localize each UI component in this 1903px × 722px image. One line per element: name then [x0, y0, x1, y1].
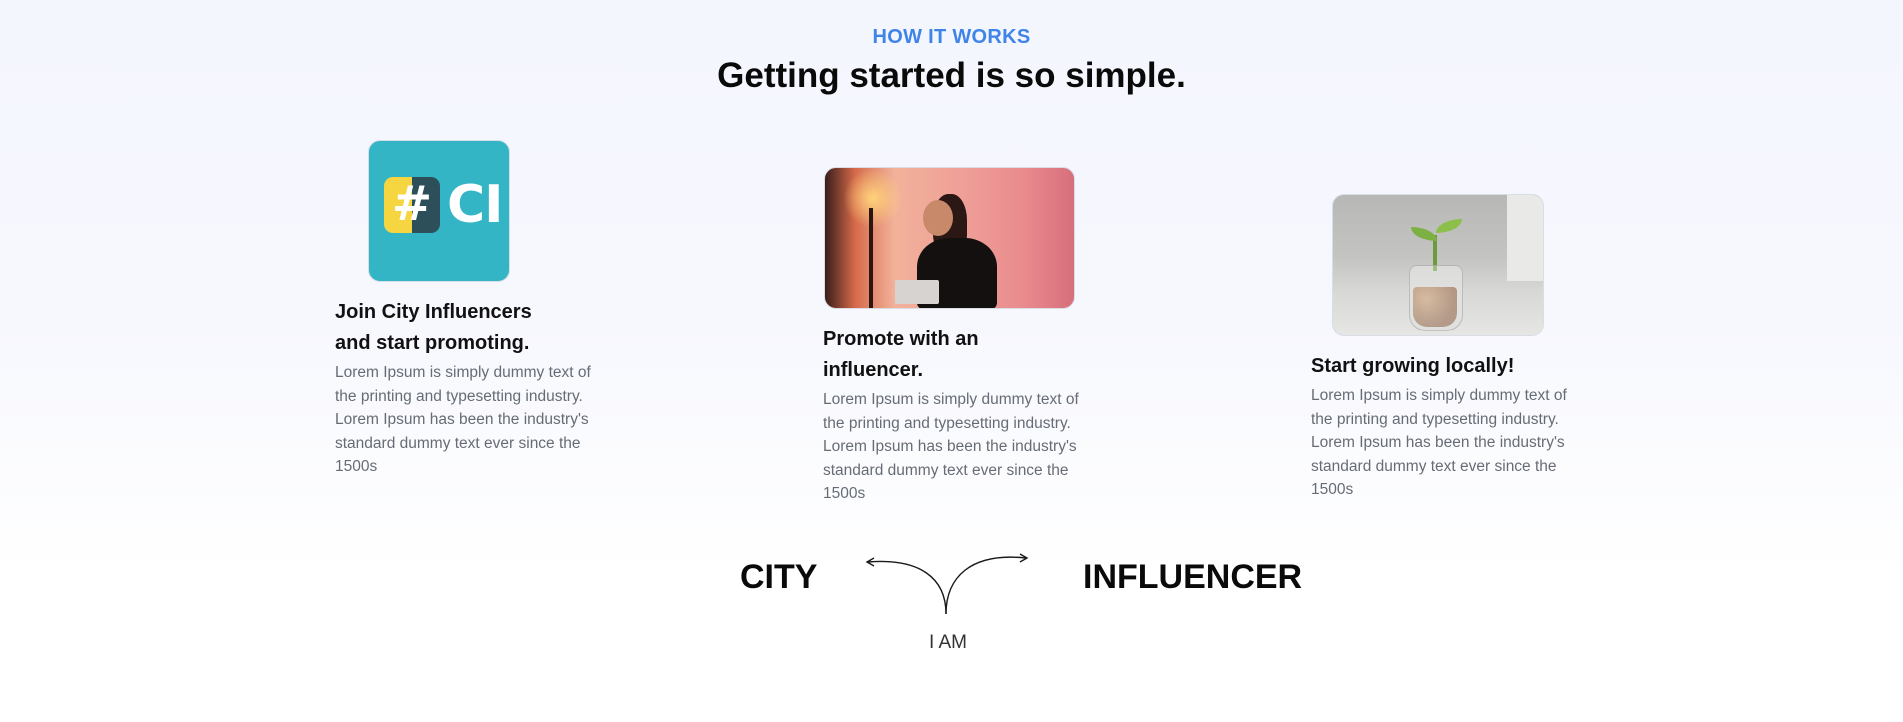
step-1-image: # CI: [368, 140, 510, 282]
step-2-card: Promote with an influencer. Lorem Ipsum …: [823, 324, 1083, 506]
section-headline: Getting started is so simple.: [717, 56, 1186, 95]
choice-arrows-icon: [865, 553, 1029, 615]
plant-leaf-left: [1411, 227, 1437, 241]
step-1-card: Join City Influencers and start promotin…: [335, 297, 595, 479]
step-3-title: Start growing locally!: [1311, 355, 1515, 377]
laptop-icon: [895, 280, 939, 304]
lamp-pole: [869, 208, 873, 308]
step-2-title-line1: Promote with an: [823, 328, 979, 350]
step-3-image: [1332, 194, 1544, 336]
step-1-title-line2: and start promoting.: [335, 332, 530, 354]
step-1-description: Lorem Ipsum is simply dummy text of the …: [335, 364, 591, 476]
influencer-option[interactable]: INFLUENCER: [1083, 558, 1302, 597]
step-2-title-line2: influencer.: [823, 359, 924, 381]
step-3-card: Start growing locally! Lorem Ipsum is si…: [1311, 351, 1571, 502]
how-it-works-eyebrow: HOW IT WORKS: [872, 26, 1031, 48]
step-2-image: [824, 167, 1075, 309]
window-frame: [1507, 195, 1543, 281]
step-2-description: Lorem Ipsum is simply dummy text of the …: [823, 391, 1079, 503]
glass-jar: [1409, 265, 1463, 331]
logo-ci-text: CI: [447, 175, 504, 235]
arrow-left-curve: [867, 560, 947, 615]
step-1-title: Join City Influencers and start promotin…: [335, 297, 595, 359]
person-head: [923, 200, 953, 236]
lamp-glow: [843, 168, 903, 228]
plant-leaf-right: [1436, 219, 1462, 233]
step-1-title-line1: Join City Influencers: [335, 301, 532, 323]
i-am-label: I AM: [929, 632, 968, 653]
city-option[interactable]: CITY: [740, 558, 817, 597]
arrow-right-curve: [945, 556, 1027, 615]
step-2-title: Promote with an influencer.: [823, 324, 1083, 386]
hashtag-icon: #: [391, 176, 433, 232]
step-3-description: Lorem Ipsum is simply dummy text of the …: [1311, 387, 1567, 499]
